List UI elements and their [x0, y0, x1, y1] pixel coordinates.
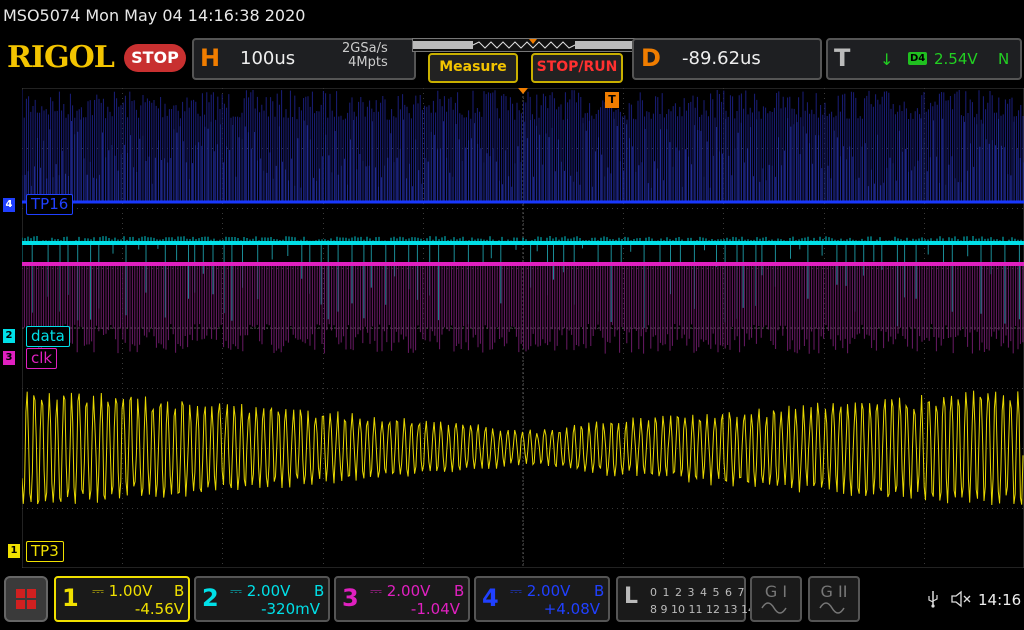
- ch3-trace: [22, 264, 1024, 354]
- speaker-muted-icon[interactable]: [950, 590, 972, 608]
- ch3-bandwidth-flag: B: [454, 582, 465, 600]
- logic-channels-low: 0 1 2 3 4 5 6 7: [650, 586, 746, 599]
- usb-icon[interactable]: [926, 590, 940, 608]
- trigger-time-marker[interactable]: T: [605, 92, 619, 108]
- ch2-bandwidth-flag: B: [314, 582, 325, 600]
- sine-wave-icon: [819, 602, 845, 614]
- ch4-number: 4: [482, 584, 499, 612]
- ch2-number: 2: [202, 584, 219, 612]
- generator-1-button[interactable]: G I: [750, 576, 802, 622]
- ch4-scale: ⎓ 2.00V: [510, 582, 571, 600]
- waveform-display[interactable]: [22, 88, 1024, 568]
- window-title: MSO5074 Mon May 04 14:16:38 2020: [3, 6, 306, 25]
- trigger-edge-icon: ↓: [880, 50, 894, 69]
- ch4-ground-marker[interactable]: 4: [3, 198, 15, 212]
- ch3-scale: ⎓ 2.00V: [370, 582, 431, 600]
- trigger-source: D4: [908, 52, 928, 65]
- ch3-number: 3: [342, 584, 359, 612]
- ch1-scale: ⎓ 1.00V: [92, 582, 153, 600]
- measure-button[interactable]: Measure: [428, 53, 518, 83]
- ch2-offset: -320mV: [261, 600, 320, 618]
- ch1-label: TP3: [26, 541, 64, 562]
- stop-run-button[interactable]: STOP/RUN: [531, 53, 623, 83]
- acquisition-info: 2GSa/s 4Mpts: [342, 42, 388, 70]
- sample-rate: 2GSa/s: [342, 41, 388, 56]
- ch4-bandwidth-flag: B: [594, 582, 605, 600]
- timebase-value: 100us: [240, 48, 296, 69]
- memory-depth: 4Mpts: [348, 55, 388, 70]
- ch1-number: 1: [62, 584, 79, 612]
- ch1-ground-marker[interactable]: 1: [8, 544, 20, 558]
- ch2-scale: ⎓ 2.00V: [230, 582, 291, 600]
- trigger-mode: N: [998, 50, 1010, 68]
- ch4-label: TP16: [26, 194, 74, 215]
- ch1-trace: [22, 390, 1024, 506]
- system-clock: 14:16: [978, 591, 1022, 609]
- ch4-offset: +4.08V: [543, 600, 600, 618]
- delay-value: -89.62us: [682, 48, 761, 69]
- menu-grid-button[interactable]: [4, 576, 48, 622]
- ch3-label: clk: [26, 348, 58, 369]
- ch2-ground-marker[interactable]: 2: [3, 329, 15, 343]
- ch1-offset: -4.56V: [134, 600, 184, 618]
- generator-2-button[interactable]: G II: [808, 576, 860, 622]
- ch3-offset: -1.04V: [410, 600, 460, 618]
- horizontal-letter: H: [200, 44, 221, 72]
- sine-wave-icon: [761, 602, 787, 614]
- trigger-level: 2.54V: [934, 50, 978, 68]
- run-state-badge[interactable]: STOP: [124, 44, 186, 72]
- rigol-logo: RIGOL: [7, 40, 115, 75]
- ch2-label: data: [26, 326, 70, 347]
- ch1-bandwidth-flag: B: [174, 582, 185, 600]
- logic-letter: L: [624, 584, 639, 609]
- ch3-ground-marker[interactable]: 3: [3, 351, 15, 365]
- ch4-spikes: [22, 90, 1024, 202]
- ch4-trace: [22, 90, 1024, 202]
- menu-grid-icon: [16, 589, 36, 609]
- trigger-position-marker: [518, 88, 528, 94]
- ch3-spikes: [22, 264, 1024, 354]
- delay-letter: D: [641, 44, 661, 72]
- memory-position-strip[interactable]: [412, 38, 636, 52]
- trigger-letter: T: [834, 44, 851, 72]
